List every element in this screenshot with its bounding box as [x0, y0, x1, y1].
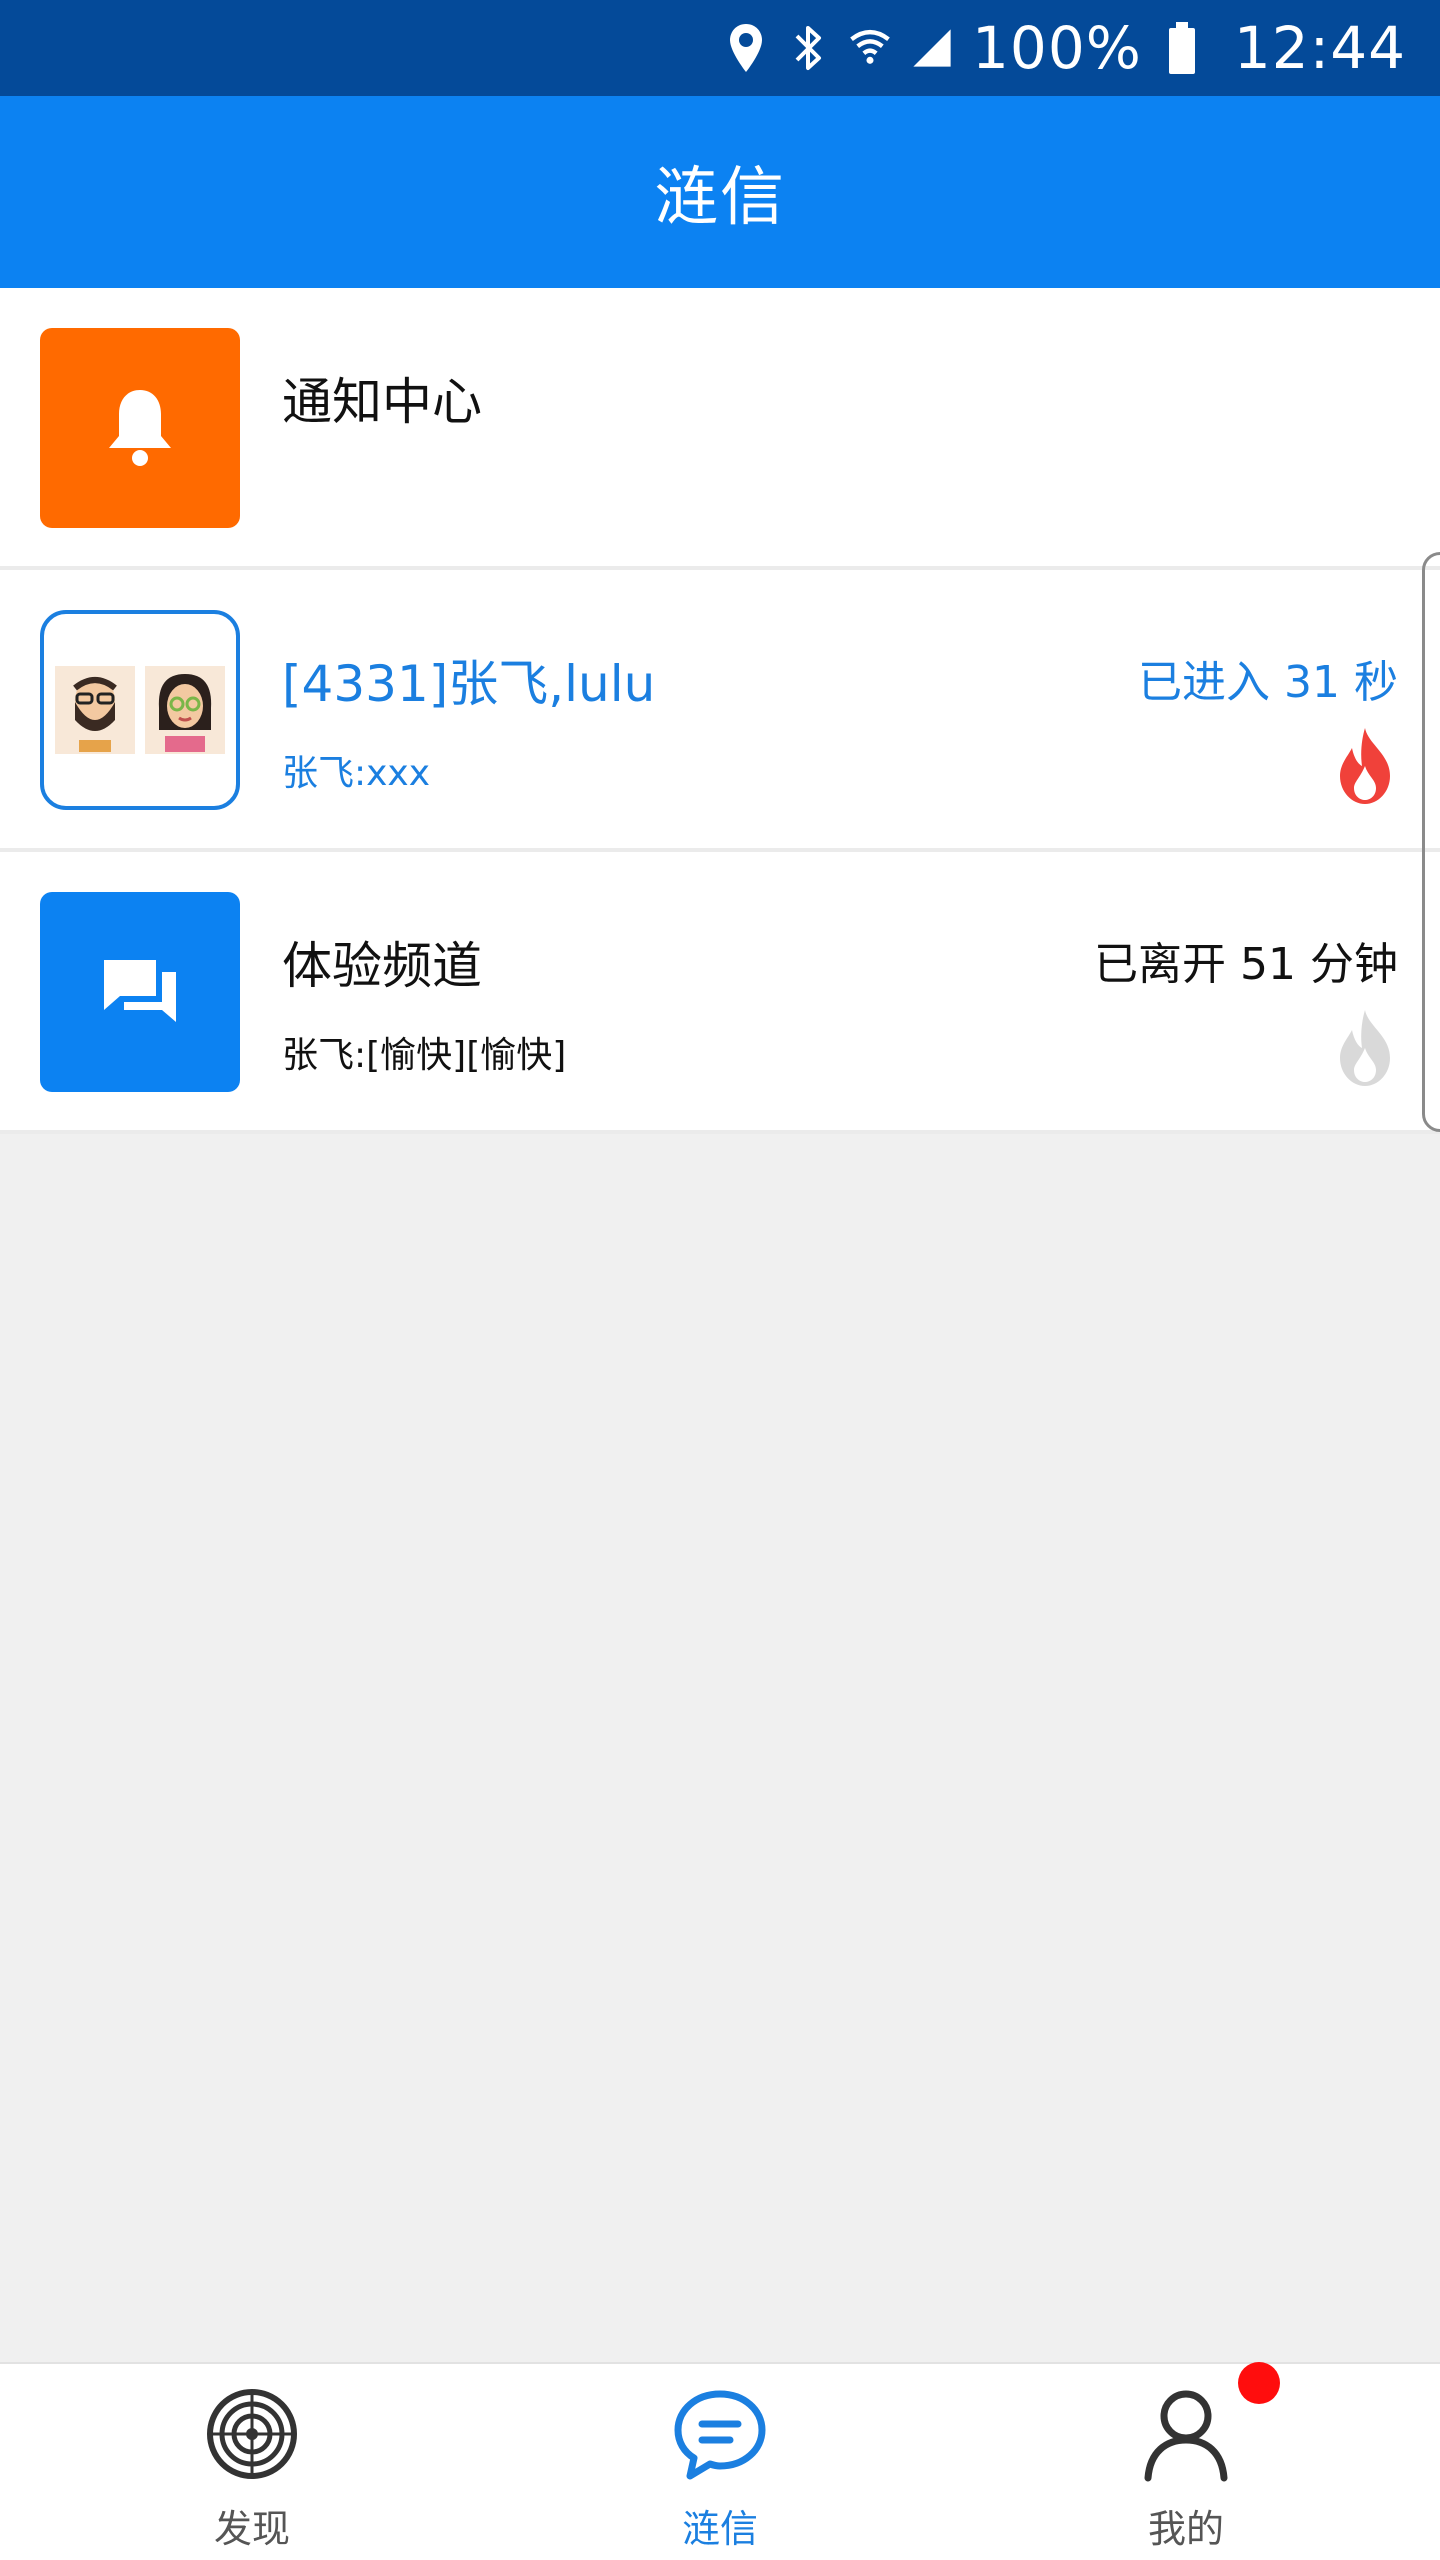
avatar-man: [55, 666, 135, 754]
nav-label: 我的: [1147, 2507, 1224, 2551]
row-status-time: 已进入 31 秒: [1138, 657, 1398, 708]
status-bar: 100% 12:44: [0, 0, 1440, 96]
nav-messages[interactable]: 涟信: [600, 2384, 840, 2554]
bottom-nav: 发现 涟信 我的: [0, 2362, 1440, 2560]
row-title: [4331]张飞,lulu: [282, 655, 656, 713]
screen: 100% 12:44 涟信 通知中心 [4331]张飞,lulu 张飞:xxx …: [0, 0, 1440, 2560]
flame-icon: [1332, 726, 1398, 806]
notification-badge: [1238, 2362, 1280, 2404]
target-icon: [202, 2384, 302, 2484]
page-title: 涟信: [654, 161, 786, 235]
message-icon: [670, 2384, 770, 2484]
nav-discover[interactable]: 发现: [132, 2384, 372, 2554]
row-subtitle: 张飞:[愉快][愉快]: [282, 1035, 567, 1076]
nav-label: 涟信: [681, 2507, 758, 2551]
list-item-experience-channel[interactable]: 体验频道 张飞:[愉快][愉快] 已离开 51 分钟: [0, 852, 1440, 1134]
bell-icon: [40, 328, 240, 528]
user-icon: [1136, 2384, 1236, 2484]
row-title: 通知中心: [282, 373, 482, 431]
app-bar: 涟信: [0, 96, 1440, 288]
row-status-time: 已离开 51 分钟: [1094, 939, 1398, 990]
conversation-list: 通知中心 [4331]张飞,lulu 张飞:xxx 已进入 31 秒 体验频道 …: [0, 288, 1440, 1134]
clock: 12:44: [1233, 14, 1406, 82]
row-subtitle: 张飞:xxx: [282, 753, 431, 794]
list-item-group-chat[interactable]: [4331]张飞,lulu 张飞:xxx 已进入 31 秒: [0, 570, 1440, 852]
bluetooth-icon: [786, 20, 830, 76]
group-avatar-icon: [40, 610, 240, 810]
avatar-woman: [145, 666, 225, 754]
nav-me[interactable]: 我的: [1066, 2384, 1306, 2554]
wifi-icon: [848, 20, 892, 76]
list-item-notification-center[interactable]: 通知中心: [0, 288, 1440, 570]
chat-bubbles-icon: [40, 892, 240, 1092]
battery-icon: [1160, 20, 1204, 76]
nav-label: 发现: [213, 2507, 290, 2551]
row-title: 体验频道: [282, 937, 482, 995]
edge-panel-handle[interactable]: [1422, 552, 1440, 1132]
location-icon: [724, 20, 768, 76]
signal-icon: [910, 20, 954, 76]
battery-percent: 100%: [972, 14, 1142, 82]
flame-icon: [1332, 1008, 1398, 1088]
